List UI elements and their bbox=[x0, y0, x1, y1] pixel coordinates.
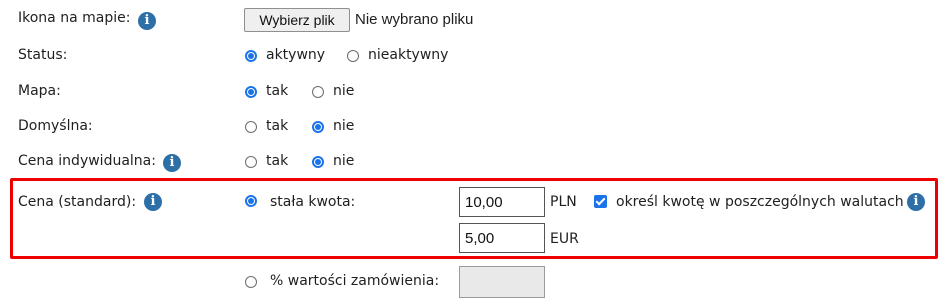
default-no-radio[interactable] bbox=[312, 121, 324, 133]
default-no-label[interactable]: nie bbox=[333, 118, 354, 134]
individual-price-no-radio[interactable] bbox=[312, 156, 324, 168]
standard-price-label: Cena (standard): bbox=[18, 194, 137, 210]
map-no-label[interactable]: nie bbox=[333, 83, 354, 99]
map-label: Mapa: bbox=[18, 83, 61, 99]
eur-currency-label: EUR bbox=[550, 231, 579, 247]
pln-amount-input[interactable] bbox=[459, 187, 545, 217]
eur-amount-input[interactable] bbox=[459, 223, 545, 253]
map-yes-radio[interactable] bbox=[245, 86, 257, 98]
percent-input[interactable] bbox=[459, 266, 545, 298]
default-yes-radio[interactable] bbox=[245, 121, 257, 133]
individual-price-yes-radio[interactable] bbox=[245, 156, 257, 168]
fixed-amount-label[interactable]: stała kwota: bbox=[270, 194, 355, 210]
per-currency-label[interactable]: określ kwotę w poszczególnych walutach bbox=[616, 194, 904, 210]
percent-label[interactable]: % wartości zamówienia: bbox=[270, 273, 439, 289]
map-yes-label[interactable]: tak bbox=[266, 83, 288, 99]
per-currency-checkbox[interactable] bbox=[594, 195, 607, 208]
icon-row-label: Ikona na mapie: bbox=[18, 10, 131, 26]
pln-currency-label: PLN bbox=[550, 194, 577, 210]
default-yes-label[interactable]: tak bbox=[266, 118, 288, 134]
info-icon[interactable]: i bbox=[907, 193, 925, 211]
file-status-text: Nie wybrano pliku bbox=[355, 11, 474, 28]
choose-file-button[interactable]: Wybierz plik bbox=[244, 8, 350, 32]
info-icon[interactable]: i bbox=[163, 154, 181, 172]
individual-price-label: Cena indywidualna: bbox=[18, 153, 156, 169]
status-label: Status: bbox=[18, 47, 68, 63]
status-inactive-radio[interactable] bbox=[347, 50, 359, 62]
status-inactive-label[interactable]: nieaktywny bbox=[368, 47, 448, 63]
percent-radio[interactable] bbox=[245, 276, 257, 288]
info-icon[interactable]: i bbox=[138, 12, 156, 30]
individual-price-no-label[interactable]: nie bbox=[333, 153, 354, 169]
status-active-radio[interactable] bbox=[245, 50, 257, 62]
individual-price-yes-label[interactable]: tak bbox=[266, 153, 288, 169]
info-icon[interactable]: i bbox=[144, 193, 162, 211]
map-no-radio[interactable] bbox=[312, 86, 324, 98]
status-active-label[interactable]: aktywny bbox=[266, 47, 325, 63]
fixed-amount-radio[interactable] bbox=[245, 195, 257, 207]
default-label: Domyślna: bbox=[18, 118, 93, 134]
